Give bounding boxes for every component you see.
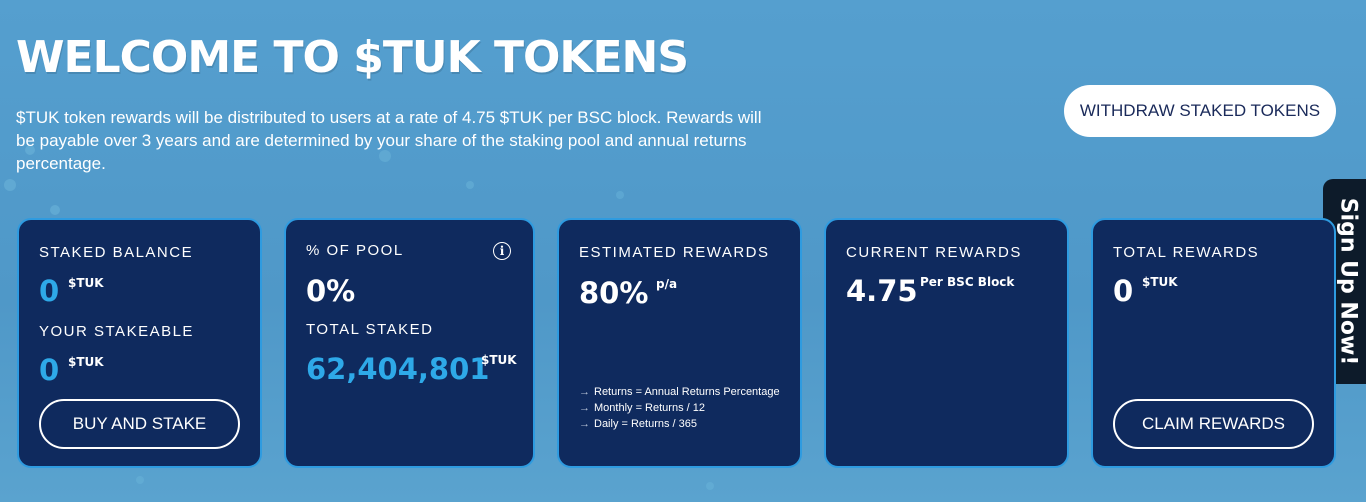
total-rewards-card: TOTAL REWARDS 0 $TUK CLAIM REWARDS <box>1091 218 1336 468</box>
pool-share-value: 0% <box>306 274 356 308</box>
current-rewards-unit: Per BSC Block <box>920 275 1015 289</box>
arrow-right-icon: → <box>579 386 590 398</box>
stakeable-label: YOUR STAKEABLE <box>39 323 194 340</box>
total-rewards-label: TOTAL REWARDS <box>1113 244 1260 261</box>
estimated-rewards-value: 80% <box>579 276 649 310</box>
stakeable-value: 0 <box>39 353 60 387</box>
withdraw-staked-tokens-button[interactable]: WITHDRAW STAKED TOKENS <box>1064 85 1336 137</box>
estimated-rewards-unit: p/a <box>656 277 678 291</box>
arrow-right-icon: → <box>579 402 590 414</box>
total-rewards-value: 0 <box>1113 274 1134 308</box>
current-rewards-label: CURRENT REWARDS <box>846 244 1022 261</box>
pool-share-card: % OF POOL i 0% TOTAL STAKED 62,404,801 $… <box>284 218 535 468</box>
note-daily: → Daily = Returns / 365 <box>579 418 698 430</box>
pool-share-label: % OF POOL <box>306 242 404 259</box>
note-returns: → Returns = Annual Returns Percentage <box>579 386 780 398</box>
current-rewards-card: CURRENT REWARDS 4.75 Per BSC Block <box>824 218 1069 468</box>
staked-balance-unit: $TUK <box>68 276 104 290</box>
claim-rewards-button[interactable]: CLAIM REWARDS <box>1113 399 1314 449</box>
note-monthly: → Monthly = Returns / 12 <box>579 402 705 414</box>
info-icon[interactable]: i <box>493 242 511 260</box>
staked-balance-value: 0 <box>39 274 60 308</box>
estimated-rewards-card: ESTIMATED REWARDS 80% p/a → Returns = An… <box>557 218 802 468</box>
page-title: WELCOME TO $TUK TOKENS <box>16 32 689 83</box>
intro-description: $TUK token rewards will be distributed t… <box>16 108 762 173</box>
sign-up-now-label: Sign Up Now! <box>1335 197 1361 366</box>
buy-and-stake-button[interactable]: BUY AND STAKE <box>39 399 240 449</box>
arrow-right-icon: → <box>579 418 590 430</box>
stakeable-unit: $TUK <box>68 355 104 369</box>
total-staked-label: TOTAL STAKED <box>306 321 434 338</box>
current-rewards-value: 4.75 <box>846 274 918 308</box>
total-rewards-unit: $TUK <box>1142 275 1178 289</box>
staked-balance-label: STAKED BALANCE <box>39 244 194 261</box>
total-staked-value: 62,404,801 <box>306 352 490 386</box>
estimated-rewards-label: ESTIMATED REWARDS <box>579 244 770 261</box>
staked-balance-card: STAKED BALANCE 0 $TUK YOUR STAKEABLE 0 $… <box>17 218 262 468</box>
rewards-formula-notes: → Returns = Annual Returns Percentage → … <box>579 384 789 432</box>
total-staked-unit: $TUK <box>481 353 517 367</box>
